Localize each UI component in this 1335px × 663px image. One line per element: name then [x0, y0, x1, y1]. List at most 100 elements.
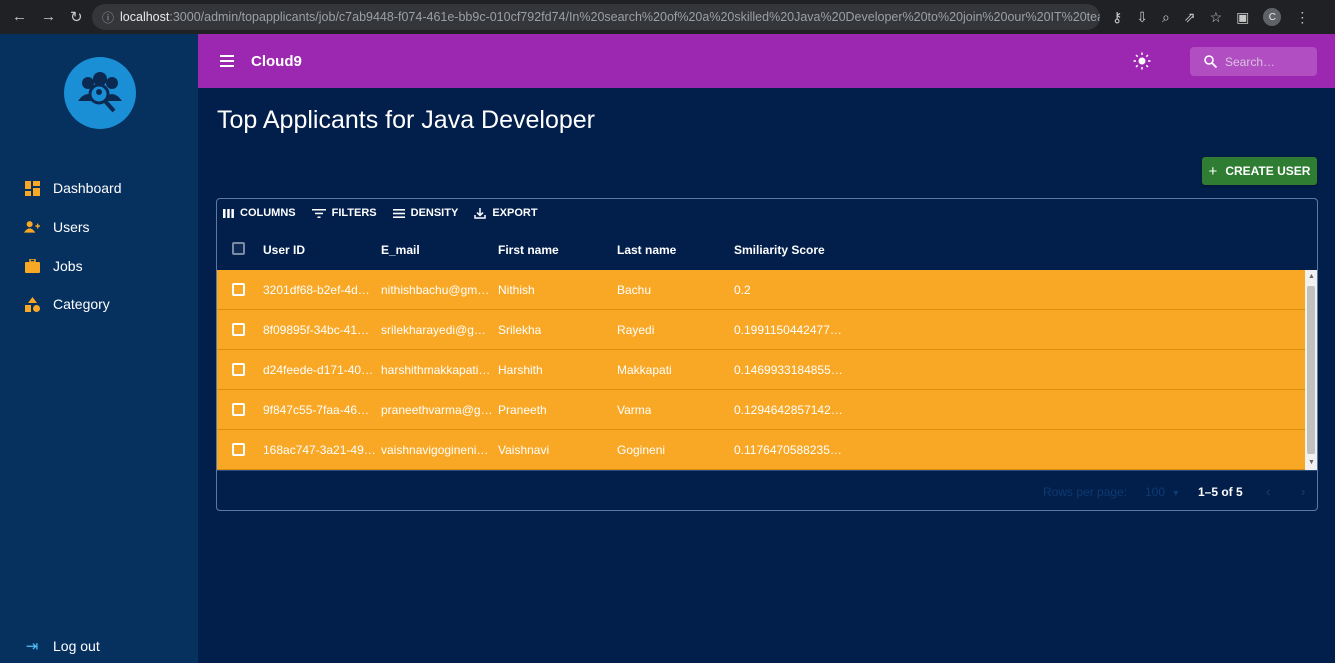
site-info-icon[interactable]: ⓘ	[102, 9, 114, 26]
dashboard-icon	[24, 180, 40, 196]
search-box[interactable]	[1190, 47, 1317, 76]
profile-avatar[interactable]: C	[1263, 8, 1282, 26]
back-icon[interactable]: ←	[12, 8, 27, 26]
sidepanel-icon[interactable]: ▣	[1236, 9, 1249, 26]
sidebar-item-jobs[interactable]: Jobs	[24, 254, 83, 278]
row-checkbox[interactable]	[232, 283, 245, 296]
column-header-first-name[interactable]: First name	[498, 243, 559, 257]
scroll-up-icon[interactable]: ▲	[1308, 273, 1315, 280]
cell-first-name: Vaishnavi	[498, 443, 550, 457]
cell-last-name: Varma	[617, 403, 652, 417]
columns-label: COLUMNS	[240, 207, 296, 219]
row-checkbox[interactable]	[232, 403, 245, 416]
reload-icon[interactable]: ↻	[70, 8, 83, 26]
density-icon	[392, 208, 405, 218]
cell-score: 0.2	[734, 283, 751, 297]
export-button[interactable]: EXPORT	[474, 207, 538, 219]
scroll-down-icon[interactable]: ▼	[1308, 459, 1315, 466]
forward-icon[interactable]: →	[41, 8, 56, 26]
cell-email: praneethvarma@g…	[381, 403, 493, 417]
table-row[interactable]: 168ac747-3a21-49… vaishnavigogineni… Vai…	[217, 430, 1305, 470]
sidebar-item-label: Users	[53, 219, 90, 235]
cell-score: 0.1469933184855…	[734, 363, 843, 377]
search-icon	[1204, 55, 1217, 68]
column-header-last-name[interactable]: Last name	[617, 243, 676, 257]
cell-last-name: Makkapati	[617, 363, 672, 377]
vertical-scrollbar[interactable]: ▲ ▼	[1305, 270, 1317, 470]
cell-score: 0.1991150442477…	[734, 323, 842, 337]
search-input[interactable]	[1225, 54, 1305, 69]
rows-per-page-label: Rows per page:	[1043, 485, 1128, 499]
density-label: DENSITY	[410, 207, 459, 219]
star-icon[interactable]: ☆	[1210, 9, 1223, 26]
logout-label: Log out	[53, 638, 100, 654]
columns-button[interactable]: COLUMNS	[223, 207, 296, 219]
export-label: EXPORT	[492, 207, 538, 219]
dropdown-arrow-icon: ▼	[1171, 488, 1181, 498]
scrollbar-thumb[interactable]	[1307, 286, 1315, 454]
next-page-icon[interactable]: ›	[1301, 484, 1305, 499]
sidebar-item-users[interactable]: Users	[24, 215, 90, 239]
sidebar-item-label: Jobs	[53, 258, 83, 274]
create-user-button[interactable]: + CREATE USER	[1202, 157, 1317, 185]
zoom-icon[interactable]: ⌕	[1162, 9, 1170, 26]
table-row[interactable]: 8f09895f-34bc-41… srilekharayedi@g… Sril…	[217, 310, 1305, 350]
table-row[interactable]: 3201df68-b2ef-4d… nithishbachu@gm… Nithi…	[217, 270, 1305, 310]
users-icon	[24, 219, 40, 235]
page-title: Top Applicants for Java Developer	[217, 106, 595, 134]
create-user-label: CREATE USER	[1225, 164, 1311, 178]
sidebar-item-label: Category	[53, 296, 110, 312]
url-path: :3000/admin/topapplicants/job/c7ab9448-f…	[169, 10, 1100, 24]
sidebar-item-label: Dashboard	[53, 180, 122, 196]
menu-icon[interactable]: ⋮	[1295, 9, 1309, 26]
browser-chrome: ← → ↻ ⓘ localhost:3000/admin/topapplican…	[0, 0, 1335, 34]
filters-button[interactable]: FILTERS	[311, 207, 377, 219]
cell-user-id: 168ac747-3a21-49…	[263, 443, 376, 457]
sidebar: Dashboard Users Jobs Category ⇥ Log out	[0, 34, 198, 663]
column-header-email[interactable]: E_mail	[381, 243, 420, 257]
cell-first-name: Harshith	[498, 363, 543, 377]
key-icon[interactable]: ⚷	[1112, 9, 1122, 26]
address-bar[interactable]: ⓘ localhost:3000/admin/topapplicants/job…	[92, 4, 1100, 30]
theme-toggle-icon[interactable]	[1133, 52, 1151, 70]
browser-tools: ⚷ ⇩ ⌕ ⇗ ☆ ▣ C ⋮	[1112, 8, 1309, 26]
row-checkbox[interactable]	[232, 443, 245, 456]
grid-footer: Rows per page: 100 ▼ 1–5 of 5 ‹ ›	[217, 470, 1317, 510]
cell-last-name: Gogineni	[617, 443, 666, 457]
cell-first-name: Nithish	[498, 283, 535, 297]
cell-email: harshithmakkapati…	[381, 363, 491, 377]
table-row[interactable]: d24feede-d171-40… harshithmakkapati… Har…	[217, 350, 1305, 390]
cell-user-id: 8f09895f-34bc-41…	[263, 323, 370, 337]
cell-email: vaishnavigogineni…	[381, 443, 489, 457]
rows-per-page-select[interactable]: 100 ▼	[1145, 485, 1180, 499]
cell-user-id: d24feede-d171-40…	[263, 363, 374, 377]
pagination-range: 1–5 of 5	[1198, 485, 1243, 499]
cell-score: 0.1176470588235…	[734, 443, 842, 457]
cell-email: nithishbachu@gm…	[381, 283, 490, 297]
logout-button[interactable]: ⇥ Log out	[24, 634, 100, 658]
column-header-score[interactable]: Smiliarity Score	[734, 243, 825, 257]
density-button[interactable]: DENSITY	[392, 207, 459, 219]
previous-page-icon[interactable]: ‹	[1266, 484, 1270, 499]
sidebar-item-dashboard[interactable]: Dashboard	[24, 176, 122, 200]
category-icon	[24, 296, 40, 312]
grid-body: 3201df68-b2ef-4d… nithishbachu@gm… Nithi…	[217, 270, 1317, 470]
select-all-checkbox[interactable]	[232, 242, 245, 255]
install-icon[interactable]: ⇩	[1136, 9, 1148, 26]
browser-nav: ← → ↻	[0, 8, 92, 26]
cell-user-id: 3201df68-b2ef-4d…	[263, 283, 370, 297]
row-checkbox[interactable]	[232, 323, 245, 336]
people-search-icon	[78, 72, 122, 113]
plus-icon: +	[1208, 162, 1218, 180]
logout-icon: ⇥	[25, 638, 39, 655]
grid-header: User ID E_mail First name Last name Smil…	[217, 231, 1317, 269]
columns-icon	[223, 208, 234, 218]
cell-first-name: Srilekha	[498, 323, 542, 337]
table-row[interactable]: 9f847c55-7faa-46… praneethvarma@g… Prane…	[217, 390, 1305, 430]
sidebar-item-category[interactable]: Category	[24, 292, 110, 316]
share-icon[interactable]: ⇗	[1184, 9, 1196, 26]
briefcase-icon	[24, 258, 40, 274]
row-checkbox[interactable]	[232, 363, 245, 376]
column-header-user-id[interactable]: User ID	[263, 243, 305, 257]
menu-toggle-icon[interactable]	[220, 55, 234, 67]
